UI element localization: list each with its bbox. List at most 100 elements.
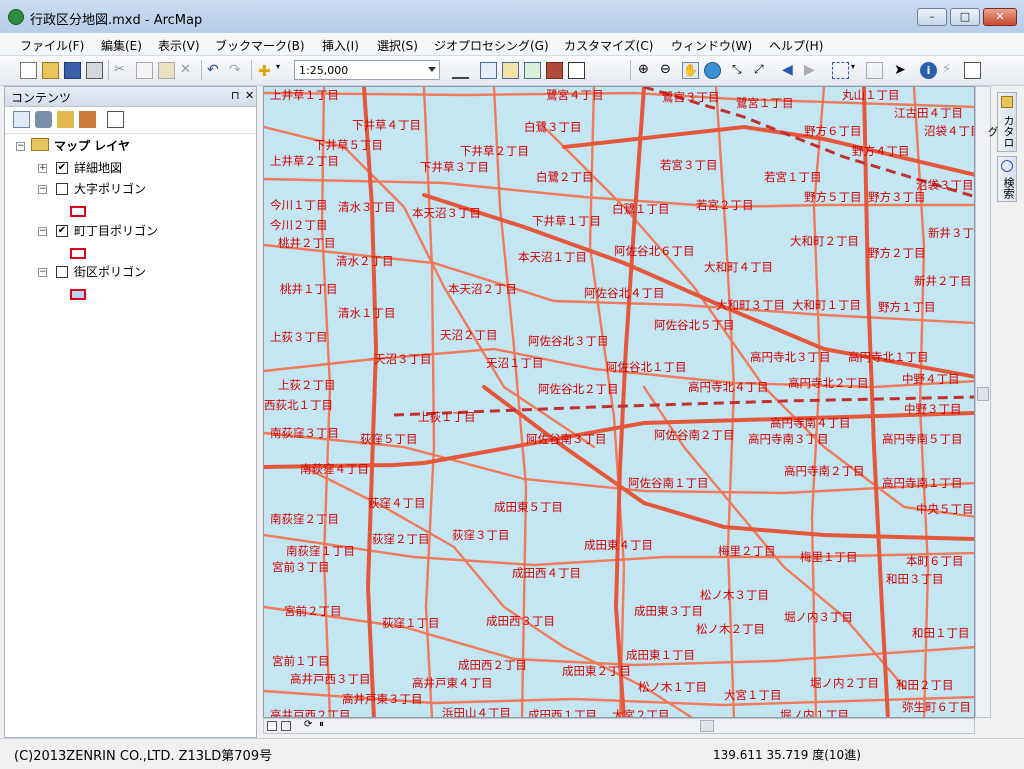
map-label: 高円寺南１丁目 — [882, 476, 963, 490]
map-label: 野方４丁目 — [852, 144, 910, 158]
layer-checkbox[interactable] — [56, 183, 68, 195]
collapse-icon[interactable]: − — [16, 142, 25, 151]
collapse-icon[interactable]: − — [38, 185, 47, 194]
table-of-contents-icon[interactable] — [480, 62, 497, 79]
menu-selection[interactable]: 選択(S) — [377, 37, 418, 54]
map-label: 成田西２丁目 — [458, 658, 527, 672]
map-label: 阿佐谷北１丁目 — [606, 360, 687, 374]
menu-edit[interactable]: 編集(E) — [101, 37, 142, 54]
layer-symbol-swatch[interactable] — [70, 248, 86, 259]
layer-checkbox[interactable] — [56, 266, 68, 278]
menu-help[interactable]: ヘルプ(H) — [769, 37, 823, 54]
new-document-icon[interactable] — [20, 62, 37, 79]
menu-bar: ファイル(F) 編集(E) 表示(V) ブックマーク(B) 挿入(I) 選択(S… — [0, 33, 1024, 56]
menu-insert[interactable]: 挿入(I) — [322, 37, 359, 54]
layout-view-icon[interactable] — [281, 721, 291, 731]
pan-icon[interactable]: ✋ — [682, 62, 699, 79]
fixed-zoom-in-icon[interactable]: ⤡ — [732, 62, 749, 79]
map-label: 新井２丁目 — [914, 274, 972, 288]
map-label: 高円寺南３丁目 — [748, 432, 829, 446]
map-label: 鷺宮４丁目 — [546, 88, 604, 102]
pause-drawing-icon[interactable]: ⏸ — [319, 719, 324, 730]
collapse-icon[interactable]: − — [38, 227, 47, 236]
map-label: 沼袋３丁目 — [916, 178, 974, 192]
delete-icon[interactable]: ✕ — [180, 62, 197, 79]
scrollbar-thumb[interactable] — [700, 720, 714, 732]
arctoolbox-icon[interactable] — [546, 62, 563, 79]
maximize-button[interactable]: □ — [950, 8, 980, 26]
pin-icon[interactable]: ⊓ — [231, 89, 240, 102]
menu-file[interactable]: ファイル(F) — [20, 37, 84, 54]
menu-customize[interactable]: カスタマイズ(C) — [564, 37, 653, 54]
list-by-drawing-order-icon[interactable] — [13, 111, 30, 128]
menu-geoprocessing[interactable]: ジオプロセシング(G) — [434, 37, 549, 54]
cut-icon[interactable]: ✂ — [114, 62, 131, 79]
layer-symbol-swatch[interactable] — [70, 289, 86, 300]
editor-toolbar-icon[interactable] — [452, 62, 469, 79]
menu-bookmarks[interactable]: ブックマーク(B) — [215, 37, 305, 54]
back-extent-icon[interactable]: ◀ — [782, 62, 799, 79]
map-label: 中野４丁目 — [902, 372, 960, 386]
toc-root-data-frame[interactable]: マップ レイヤ — [54, 137, 130, 154]
close-button[interactable]: ✕ — [983, 8, 1017, 26]
list-by-source-icon[interactable] — [35, 111, 52, 128]
expand-icon[interactable]: + — [38, 164, 47, 173]
search-tab[interactable]: 検索 — [997, 156, 1017, 202]
menu-windows[interactable]: ウィンドウ(W) — [671, 37, 752, 54]
select-elements-icon[interactable]: ➤ — [894, 62, 911, 79]
add-data-icon[interactable]: ✚ — [258, 62, 275, 80]
arcmap-app-icon — [8, 9, 24, 25]
search-window-icon[interactable] — [524, 62, 541, 79]
data-view-icon[interactable] — [267, 721, 277, 731]
select-features-icon[interactable] — [832, 62, 849, 79]
identify-icon[interactable]: i — [920, 62, 937, 79]
html-popup-icon[interactable]: ⚡ — [942, 62, 959, 79]
scrollbar-thumb[interactable] — [977, 387, 989, 401]
select-dropdown-icon[interactable]: ▾ — [851, 62, 861, 79]
layer-checkbox[interactable]: ✔ — [56, 162, 68, 174]
toc-options-icon[interactable] — [107, 111, 124, 128]
list-by-selection-icon[interactable] — [79, 111, 96, 128]
menu-view[interactable]: 表示(V) — [158, 37, 200, 54]
redo-icon[interactable]: ↷ — [229, 62, 246, 79]
open-folder-icon[interactable] — [42, 62, 59, 79]
zoom-out-icon[interactable]: ⊖ — [660, 62, 677, 79]
save-icon[interactable] — [64, 62, 81, 79]
copyright-text: (C)2013ZENRIN CO.,LTD. Z13LD第709号 — [14, 749, 273, 764]
clear-selection-icon[interactable] — [866, 62, 883, 79]
print-icon[interactable] — [86, 62, 103, 79]
layer-symbol-swatch[interactable] — [70, 206, 86, 217]
close-panel-icon[interactable]: ✕ — [245, 89, 254, 102]
map-label: 鷺宮３丁目 — [662, 90, 720, 104]
map-view[interactable]: 上井草１丁目 鷺宮４丁目 鷺宮３丁目 鷺宮１丁目 丸山１丁目 江古田４丁目 下井草４丁目 白鷺… — [263, 86, 975, 718]
refresh-icon[interactable]: ⟳ — [304, 719, 312, 730]
forward-extent-icon[interactable]: ▶ — [804, 62, 821, 79]
toc-layer[interactable]: 街区ポリゴン — [74, 263, 146, 280]
toc-layer[interactable]: 町丁目ポリゴン — [74, 222, 158, 239]
map-label: 阿佐谷北２丁目 — [538, 382, 619, 396]
undo-icon[interactable]: ↶ — [207, 62, 224, 79]
collapse-icon[interactable]: − — [38, 268, 47, 277]
layer-checkbox[interactable]: ✔ — [56, 225, 68, 237]
map-horizontal-scrollbar[interactable]: ⟳ ⏸ — [263, 718, 975, 734]
python-window-icon[interactable] — [568, 62, 585, 79]
full-extent-icon[interactable] — [704, 62, 721, 79]
minimize-button[interactable]: – — [917, 8, 947, 26]
add-data-dropdown-icon[interactable]: ▾ — [276, 62, 286, 79]
catalog-window-icon[interactable] — [502, 62, 519, 79]
list-by-visibility-icon[interactable] — [57, 111, 74, 128]
copy-icon[interactable] — [136, 62, 153, 79]
map-label: 野方５丁目 — [804, 190, 862, 204]
map-label: 若宮１丁目 — [764, 170, 822, 184]
map-label: 南荻窪２丁目 — [270, 512, 339, 526]
zoom-in-icon[interactable]: ⊕ — [638, 62, 655, 79]
fixed-zoom-out-icon[interactable]: ⤢ — [754, 62, 771, 79]
map-label: 弥生町６丁目 — [902, 700, 971, 714]
catalog-tab[interactable]: カタログ — [986, 92, 1017, 152]
map-vertical-scrollbar[interactable] — [975, 86, 991, 718]
toc-layer[interactable]: 大字ポリゴン — [74, 180, 146, 197]
find-icon[interactable] — [964, 62, 981, 79]
toc-layer[interactable]: 詳細地図 — [74, 159, 122, 176]
map-scale-combobox[interactable]: 1:25,000 — [294, 60, 440, 80]
paste-icon[interactable] — [158, 62, 175, 79]
